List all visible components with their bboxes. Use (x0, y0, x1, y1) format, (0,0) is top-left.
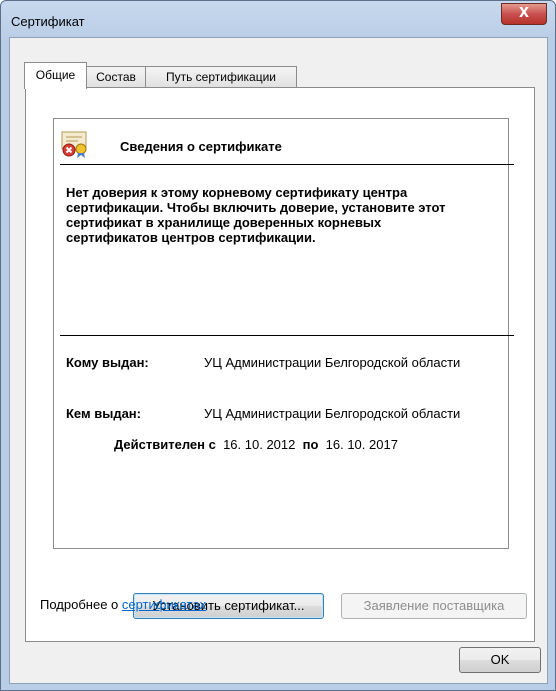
tab-certification-path-label: Путь сертификации (165, 70, 277, 84)
valid-to-label: по (302, 437, 319, 452)
ok-button[interactable]: OK (459, 647, 541, 673)
validity-line: Действителен с 16. 10. 2012 по 16. 10. 2… (114, 437, 398, 452)
more-info-line: Подробнее о сертификатах (40, 597, 206, 612)
tab-general[interactable]: Общие (24, 62, 87, 89)
certificate-icon (61, 131, 87, 158)
certificates-link[interactable]: сертификатах (122, 597, 206, 612)
tab-certification-path[interactable]: Путь сертификации (145, 66, 297, 88)
trust-warning-text: Нет доверия к этому корневому сертификат… (66, 185, 446, 245)
certificate-window: Сертификат X Общие Состав Путь сертифика… (0, 0, 556, 691)
valid-from-date: 16. 10. 2012 (223, 437, 296, 452)
info-heading: Сведения о сертификате (120, 139, 282, 154)
issuer-statement-label: Заявление поставщика (363, 598, 505, 613)
close-icon: X (518, 6, 530, 21)
tab-panel-general: Сведения о сертификате Нет доверия к это… (25, 87, 535, 642)
issued-to-label: Кому выдан: (66, 355, 149, 370)
body-divider (60, 335, 514, 336)
issuer-statement-button[interactable]: Заявление поставщика (341, 593, 527, 619)
title-bar: Сертификат X (1, 1, 555, 37)
tab-details-label: Состав (96, 70, 136, 84)
valid-to-date: 16. 10. 2017 (325, 437, 398, 452)
tab-details[interactable]: Состав (85, 66, 147, 88)
close-button[interactable]: X (501, 3, 547, 25)
certificate-info-box: Сведения о сертификате Нет доверия к это… (53, 118, 514, 549)
window-title: Сертификат (11, 14, 85, 29)
header-divider (60, 164, 514, 165)
dialog-client: Общие Состав Путь сертификации Сведения … (9, 37, 548, 684)
issued-by-label: Кем выдан: (66, 406, 141, 421)
issued-to-value: УЦ Администрации Белгородской области (204, 355, 461, 370)
valid-from-label: Действителен с (114, 437, 216, 452)
tab-general-label: Общие (35, 68, 76, 82)
more-info-text: Подробнее о (40, 597, 122, 612)
issued-by-value: УЦ Администрации Белгородской области (204, 406, 461, 421)
ok-label: OK (490, 652, 510, 667)
